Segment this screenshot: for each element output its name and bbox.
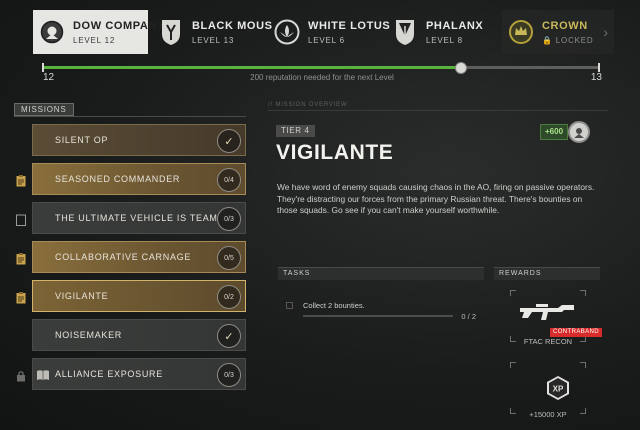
mission-item[interactable]: THE ULTIMATE VEHICLE IS TEAM 0/3 [14,202,250,236]
dow-company-emblem-icon [39,17,65,47]
mission-name: NOISEMAKER [55,330,123,340]
missions-label: MISSIONS [14,103,74,116]
reputation-progress: 12 200 reputation needed for the next Le… [42,60,602,84]
faction-level: LEVEL 6 [308,35,345,45]
mission-item[interactable]: SILENT OP ✓ [14,124,250,158]
clipboard-icon [16,291,26,304]
mission-card[interactable]: NOISEMAKER ✓ [32,319,246,351]
book-icon [36,368,50,386]
mission-progress-badge: 0/3 [217,207,241,231]
faction-bar: DOW COMPANY LEVEL 12 BLACK MOUS LEVEL 13… [0,10,640,56]
faction-tab-black-mous[interactable]: BLACK MOUS LEVEL 13 [158,10,272,54]
mission-item[interactable]: COLLABORATIVE CARNAGE 0/5 [14,241,250,275]
clipboard-outline-icon [16,213,26,226]
black-mous-emblem-icon [158,17,184,47]
phalanx-emblem-icon [392,17,418,47]
faction-name: PHALANX [426,19,484,32]
tasks-label: TASKS [283,270,311,277]
faction-locked-status: 🔒 LOCKED [542,36,594,45]
reward-name: +15000 XP [529,410,567,419]
reward-frame: CONTRABAND [510,290,603,342]
faction-name: DOW COMPANY [73,19,165,32]
progress-fill [42,66,461,69]
mission-card[interactable]: VIGILANTE 0/2 [32,280,246,312]
rewards-label: REWARDS [499,270,542,277]
tasks-header: TASKS [278,267,484,280]
mission-card[interactable]: COLLABORATIVE CARNAGE 0/5 [32,241,246,273]
faction-name: WHITE LOTUS [308,19,391,32]
task-text: Collect 2 bounties. [303,301,365,310]
chevron-right-icon[interactable]: › [603,24,608,40]
task-checkbox-icon [286,302,293,309]
clipboard-icon [16,252,26,265]
mission-progress-badge: 0/4 [217,168,241,192]
faction-level: LEVEL 12 [73,35,116,45]
faction-name: CROWN [542,19,588,32]
mission-title: VIGILANTE [276,141,394,164]
task-row: Collect 2 bounties. 0 / 2 [286,300,478,322]
rifle-icon [520,304,574,320]
rewards-header: REWARDS [494,267,600,280]
mission-name: SILENT OP [55,135,109,145]
mission-card[interactable]: THE ULTIMATE VEHICLE IS TEAM 0/3 [32,202,246,234]
mission-name: VIGILANTE [55,291,109,301]
mission-name: THE ULTIMATE VEHICLE IS TEAM [55,213,218,223]
lock-icon: 🔒 [542,35,553,45]
faction-name: BLACK MOUS [192,19,273,32]
lock-icon [16,369,26,382]
mission-progress-badge: 0/2 [217,285,241,309]
faction-level: LOCKED [555,35,594,45]
white-lotus-emblem-icon [274,17,300,47]
progress-track [42,62,600,74]
clipboard-icon [16,174,26,187]
xp-icon: XP [547,376,569,400]
mission-item[interactable]: VIGILANTE 0/2 [14,280,250,314]
xp-chip: +600 [540,124,569,140]
mission-progress-badge: 0/5 [217,246,241,270]
mission-progress-badge: 0/3 [217,363,241,387]
next-level: 13 [590,72,602,83]
faction-tab-white-lotus[interactable]: WHITE LOTUS LEVEL 6 [274,10,390,54]
faction-tab-dow-company[interactable]: DOW COMPANY LEVEL 12 [33,10,164,54]
mission-card[interactable]: ALLIANCE EXPOSURE 0/3 [32,358,246,390]
mission-name: SEASONED COMMANDER [55,174,181,184]
reputation-note: 200 reputation needed for the next Level [250,73,394,82]
overview-tag: // MISSION OVERVIEW [268,102,348,108]
crown-emblem-icon [508,17,534,47]
mission-description: We have word of enemy squads causing cha… [277,182,595,215]
mission-item[interactable]: SEASONED COMMANDER 0/4 [14,163,250,197]
mission-item[interactable]: ALLIANCE EXPOSURE 0/3 [14,358,250,392]
faction-tab-phalanx[interactable]: PHALANX LEVEL 8 [392,10,484,54]
mission-item[interactable]: NOISEMAKER ✓ [14,319,250,353]
tier-badge: TIER 4 [276,125,315,137]
task-progress-bar [303,315,453,317]
reward-frame: XP [510,362,586,414]
faction-tab-crown[interactable]: CROWN 🔒 LOCKED › [502,10,614,54]
divider [268,110,608,111]
mission-card[interactable]: SEASONED COMMANDER 0/4 [32,163,246,195]
mission-name: COLLABORATIVE CARNAGE [55,252,192,262]
progress-end-tick [598,63,600,72]
progress-start-tick [42,63,44,72]
reward-name: FTAC RECON [523,337,573,346]
checkmark-icon: ✓ [217,129,241,153]
faction-level: LEVEL 8 [426,35,463,45]
faction-level: LEVEL 13 [192,35,235,45]
svg-text:XP: XP [553,385,564,394]
contraband-tag: CONTRABAND [550,328,603,337]
task-count: 0 / 2 [461,312,476,321]
mission-card[interactable]: SILENT OP ✓ [32,124,246,156]
divider [14,116,246,117]
faction-xp-icon [568,121,590,143]
checkmark-icon: ✓ [217,324,241,348]
mission-name: ALLIANCE EXPOSURE [55,369,163,379]
